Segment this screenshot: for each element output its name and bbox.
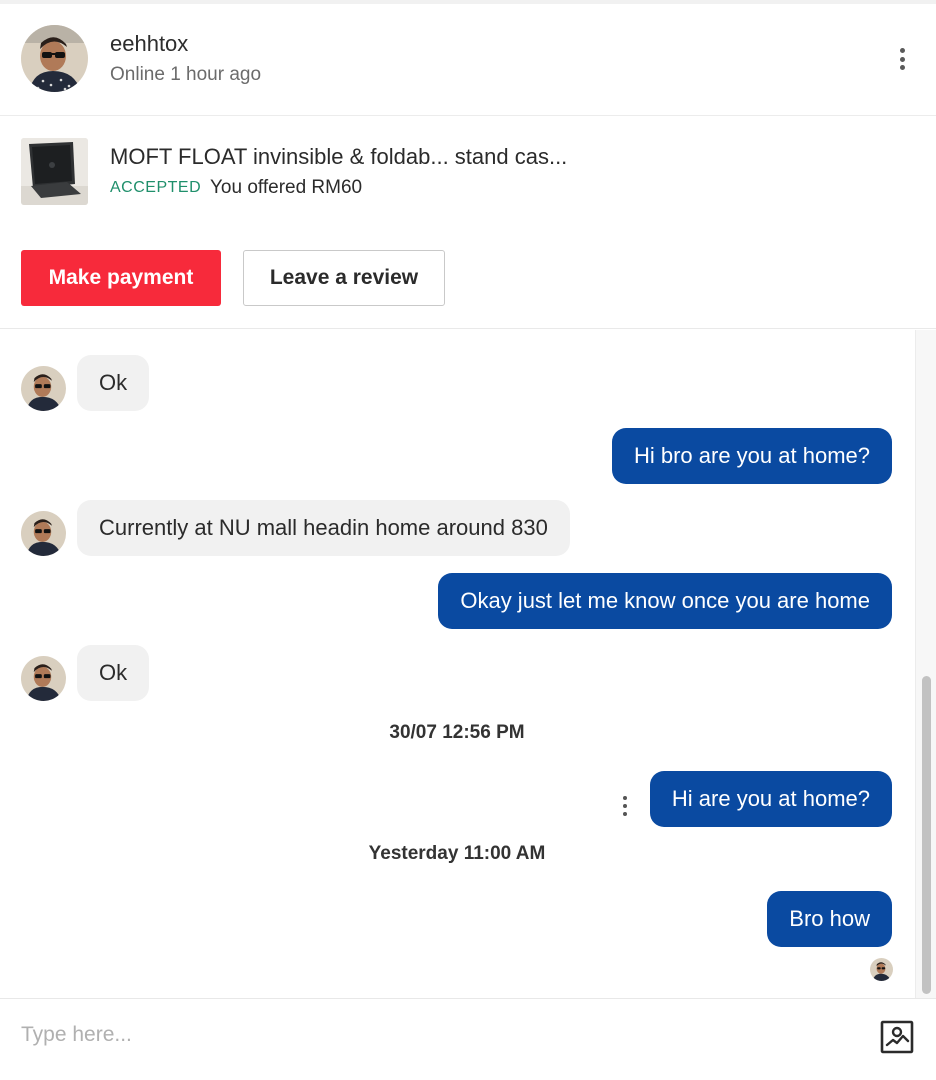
sender-avatar[interactable] [21, 656, 66, 701]
make-payment-button[interactable]: Make payment [21, 250, 221, 306]
leave-review-button[interactable]: Leave a review [243, 250, 445, 306]
message-bubble-incoming[interactable]: Currently at NU mall headin home around … [77, 500, 570, 556]
image-upload-icon[interactable] [879, 1019, 915, 1055]
message-bubble-outgoing[interactable]: Hi are you at home? [649, 771, 892, 827]
listing-title[interactable]: MOFT FLOAT invinsible & foldab... stand … [110, 144, 567, 170]
user-avatar[interactable] [21, 25, 88, 92]
message-bubble-outgoing[interactable]: Bro how [767, 891, 892, 947]
message-bubble-outgoing[interactable]: Hi bro are you at home? [611, 428, 892, 484]
product-thumbnail[interactable] [21, 138, 88, 205]
message-bubble-incoming[interactable]: Ok [77, 645, 150, 701]
user-status: Online 1 hour ago [110, 64, 262, 85]
sender-avatar[interactable] [21, 366, 66, 411]
timestamp-divider: 30/07 12:56 PM [389, 722, 525, 743]
offer-amount: You offered RM60 [210, 177, 363, 198]
message-input[interactable] [10, 1013, 850, 1057]
chat-header: eehhtox Online 1 hour ago [0, 4, 936, 116]
message-bubble-outgoing[interactable]: Okay just let me know once you are home [438, 573, 892, 629]
timestamp-divider: Yesterday 11:00 AM [368, 843, 546, 864]
sender-avatar[interactable] [21, 511, 66, 556]
message-list[interactable]: Ok Hi bro are you at home? Currently at … [0, 330, 914, 998]
chat-scrollbar[interactable] [915, 330, 936, 998]
message-options-icon[interactable] [618, 794, 632, 818]
listing-card: MOFT FLOAT invinsible & foldab... stand … [0, 116, 936, 329]
scrollbar-thumb[interactable] [922, 676, 931, 994]
user-name[interactable]: eehhtox [110, 31, 188, 57]
message-bubble-incoming[interactable]: Ok [77, 355, 150, 411]
message-composer [0, 998, 936, 1080]
read-receipt-avatar [870, 958, 893, 981]
offer-status-badge: ACCEPTED [110, 179, 202, 196]
more-vertical-icon[interactable] [890, 44, 914, 74]
